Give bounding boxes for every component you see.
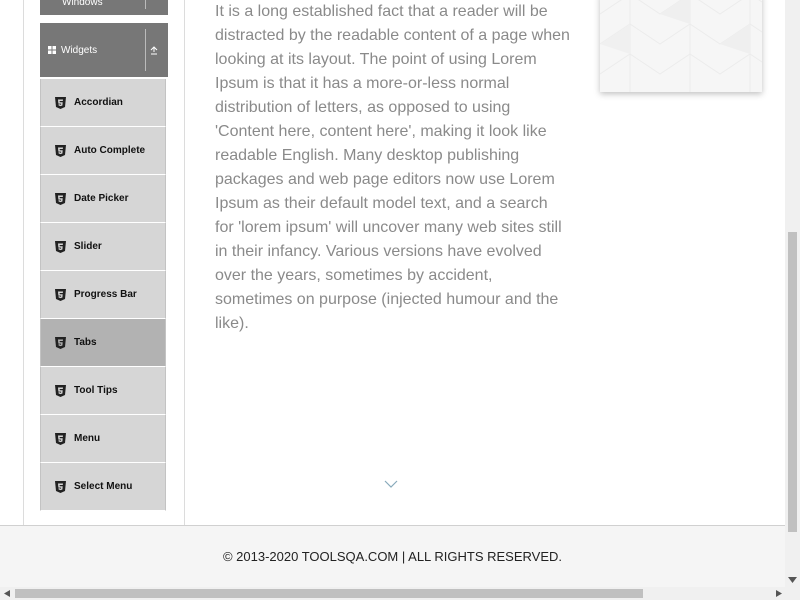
html5-icon (55, 144, 66, 157)
page-footer: © 2013-2020 TOOLSQA.COM | ALL RIGHTS RES… (0, 525, 785, 587)
sidebar-item-accordian[interactable]: Accordian (40, 79, 166, 127)
html5-icon (55, 96, 66, 109)
sidebar-item-label: Auto Complete (74, 145, 146, 156)
html5-icon (55, 384, 66, 397)
sidebar-item-tool-tips[interactable]: Tool Tips (40, 367, 166, 415)
collapse-arrow-icon[interactable] (148, 44, 160, 56)
group-header-widgets[interactable]: Widgets (40, 23, 168, 77)
footer-copyright: © 2013-2020 TOOLSQA.COM | ALL RIGHTS RES… (222, 549, 563, 564)
sidebar-item-label: Select Menu (74, 481, 133, 492)
advertisement-banner[interactable] (600, 0, 762, 92)
html5-icon (55, 336, 66, 349)
vertical-scrollbar-thumb[interactable] (788, 232, 797, 532)
sidebar-item-label: Slider (74, 241, 102, 252)
sidebar-item-select-menu[interactable]: Select Menu (40, 463, 166, 511)
chevron-down-icon[interactable] (384, 478, 398, 490)
sidebar-item-label: Date Picker (74, 193, 129, 204)
sidebar-item-label: Tabs (74, 337, 97, 348)
scroll-right-arrow-icon[interactable] (776, 590, 782, 597)
sidebar-item-progress-bar[interactable]: Progress Bar (40, 271, 166, 319)
sidebar-divider (184, 0, 185, 525)
sidebar-item-slider[interactable]: Slider (40, 223, 166, 271)
tab-content-paragraph: It is a long established fact that a rea… (215, 3, 570, 332)
sidebar-item-auto-complete[interactable]: Auto Complete (40, 127, 166, 175)
horizontal-scrollbar[interactable] (0, 587, 800, 600)
group-header-separator (145, 0, 146, 9)
horizontal-scrollbar-thumb[interactable] (15, 589, 643, 598)
group-header-windows[interactable]: Windows (40, 0, 168, 15)
sidebar-item-label: Accordian (74, 97, 123, 108)
vertical-scrollbar[interactable] (785, 0, 800, 587)
scroll-left-arrow-icon[interactable] (4, 590, 10, 597)
sidebar-item-tabs[interactable]: Tabs (40, 319, 166, 367)
sidebar-item-date-picker[interactable]: Date Picker (40, 175, 166, 223)
sidebar-item-label: Progress Bar (74, 289, 137, 300)
scroll-down-arrow-icon[interactable] (788, 577, 797, 583)
group-header-label: Windows (62, 0, 103, 8)
html5-icon (55, 432, 66, 445)
sidebar-item-label: Menu (74, 433, 101, 444)
sidebar-left-border (23, 0, 24, 525)
html5-icon (55, 240, 66, 253)
sidebar-item-label: Tool Tips (74, 385, 118, 396)
group-header-separator (145, 29, 146, 71)
widgets-menu-list: Accordian Auto Complete Date Picker Slid… (40, 79, 166, 511)
grid-icon (48, 46, 56, 54)
html5-icon (55, 288, 66, 301)
html5-icon (55, 192, 66, 205)
banner-pattern-image (600, 0, 762, 92)
sidebar-item-menu[interactable]: Menu (40, 415, 166, 463)
html5-icon (55, 480, 66, 493)
group-header-label: Widgets (61, 44, 98, 56)
